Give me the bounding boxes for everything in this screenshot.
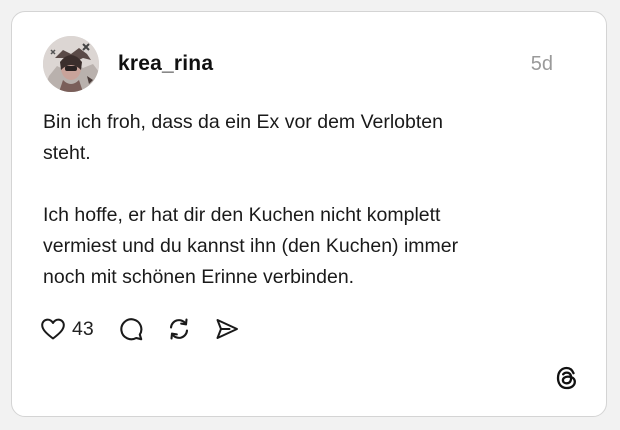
post-actions: 43 bbox=[40, 314, 240, 344]
comment-bubble-icon bbox=[120, 318, 143, 341]
like-count: 43 bbox=[72, 317, 94, 340]
share-button[interactable] bbox=[214, 316, 240, 342]
send-icon bbox=[216, 319, 238, 339]
repost-icon bbox=[169, 318, 188, 340]
threads-logo-icon bbox=[554, 365, 580, 391]
like-button[interactable]: 43 bbox=[40, 317, 94, 341]
post-timestamp: 5d bbox=[530, 53, 553, 75]
username[interactable]: krea_rina bbox=[118, 52, 213, 76]
repost-button[interactable] bbox=[166, 316, 192, 342]
comment-button[interactable] bbox=[118, 316, 144, 342]
heart-icon bbox=[41, 318, 65, 340]
avatar[interactable] bbox=[43, 36, 99, 92]
post-text: Bin ich froh, dass da ein Ex vor dem Ver… bbox=[43, 111, 459, 288]
post-card: krea_rina 5d Bin ich froh, dass da ein E… bbox=[11, 11, 607, 417]
